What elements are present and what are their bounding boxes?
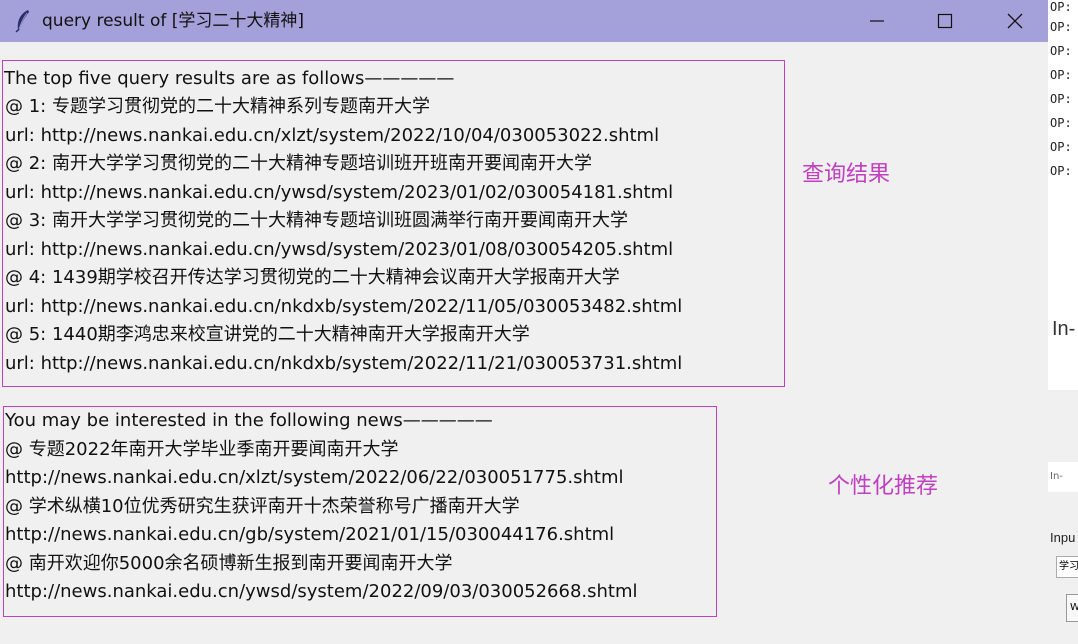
recommend-annotation: 个性化推荐 (828, 474, 939, 499)
mini-submit-button[interactable]: W (1066, 594, 1078, 622)
minimize-icon (870, 20, 884, 22)
result-url: url: http://news.nankai.edu.cn/ywsd/syst… (5, 239, 674, 260)
console-line: OP: (1050, 0, 1072, 14)
close-icon (1007, 13, 1023, 29)
console-line: OP: (1050, 20, 1072, 34)
title-bar[interactable]: query result of [学习二十大精神] (0, 0, 1048, 42)
result-title: @ 3: 南开大学学习贯彻党的二十大精神专题培训班圆满举行南开要闻南开大学 (5, 210, 628, 231)
console-line: OP: (1050, 92, 1072, 106)
mini-search-input[interactable]: 学习 (1056, 556, 1078, 578)
console-line: OP: (1050, 140, 1072, 154)
console-line: OP: (1050, 116, 1072, 130)
result-url: url: http://news.nankai.edu.cn/ywsd/syst… (5, 182, 674, 203)
maximize-button[interactable] (910, 0, 980, 42)
result-url: url: http://news.nankai.edu.cn/nkdxb/sys… (5, 353, 683, 374)
console-line: OP: (1050, 44, 1072, 58)
console-line: OP: (1050, 68, 1072, 82)
query-result-window: query result of [学习二十大精神] The top five q… (0, 0, 1048, 644)
close-button[interactable] (980, 0, 1048, 42)
result-title: @ 2: 南开大学学习贯彻党的二十大精神专题培训班开班南开要闻南开大学 (5, 153, 592, 174)
results-header: The top five query results are as follow… (4, 68, 455, 89)
mini-window-title: In- (1048, 462, 1078, 492)
result-title: @ 4: 1439期学校召开传达学习贯彻党的二十大精神会议南开大学报南开大学 (5, 267, 620, 288)
minimize-button[interactable] (842, 0, 912, 42)
results-annotation: 查询结果 (802, 162, 891, 187)
maximize-icon (937, 13, 953, 29)
feather-icon (15, 10, 29, 33)
recommend-url: http://news.nankai.edu.cn/xlzt/system/20… (5, 467, 624, 488)
recommend-header: You may be interested in the following n… (5, 410, 493, 431)
background-input-window: In- Inpu 学习 W (1048, 390, 1078, 644)
console-line: OP: (1050, 164, 1072, 178)
result-title: @ 1: 专题学习贯彻党的二十大精神系列专题南开大学 (5, 96, 430, 117)
result-url: url: http://news.nankai.edu.cn/xlzt/syst… (5, 125, 660, 146)
recommend-title: @ 学术纵横10位优秀研究生获评南开十杰荣誉称号广播南开大学 (5, 496, 520, 517)
recommend-title: @ 南开欢迎你5000余名硕博新生报到南开要闻南开大学 (5, 553, 453, 574)
recommend-url: http://news.nankai.edu.cn/gb/system/2021… (5, 524, 615, 545)
recommend-url: http://news.nankai.edu.cn/ywsd/system/20… (5, 581, 638, 602)
mini-input-label: Inpu (1050, 530, 1076, 545)
recommend-title: @ 专题2022年南开大学毕业季南开要闻南开大学 (5, 439, 399, 460)
window-title: query result of [学习二十大精神] (42, 11, 305, 31)
result-title: @ 5: 1440期李鸿忠来校宣讲党的二十大精神南开大学报南开大学 (5, 324, 530, 345)
background-side-text: In- (1052, 318, 1076, 340)
result-url: url: http://news.nankai.edu.cn/nkdxb/sys… (5, 296, 683, 317)
